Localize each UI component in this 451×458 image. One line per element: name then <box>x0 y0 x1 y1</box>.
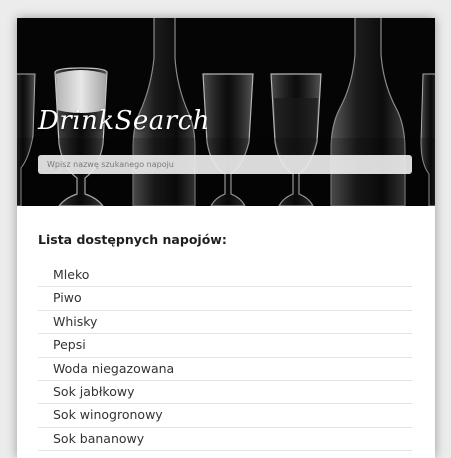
list-title: Lista dostępnych napojów: <box>38 232 227 247</box>
site-logo[interactable]: DrinkSearch <box>38 106 210 136</box>
hero-banner: DrinkSearch <box>17 18 435 206</box>
list-item[interactable]: Sok jabłkowy <box>38 381 412 405</box>
list-item[interactable]: Mleko <box>38 264 412 288</box>
drink-list: Mleko Piwo Whisky Pepsi Woda niegazowana… <box>38 264 412 452</box>
list-item[interactable]: Whisky <box>38 311 412 335</box>
list-item[interactable]: Pepsi <box>38 334 412 358</box>
main-card: DrinkSearch Lista dostępnych napojów: Ml… <box>17 18 435 458</box>
list-item[interactable]: Sok bananowy <box>38 428 412 452</box>
list-item[interactable]: Sok winogronowy <box>38 404 412 428</box>
search-input[interactable] <box>38 155 412 174</box>
list-item[interactable]: Piwo <box>38 287 412 311</box>
list-item[interactable]: Woda niegazowana <box>38 358 412 381</box>
